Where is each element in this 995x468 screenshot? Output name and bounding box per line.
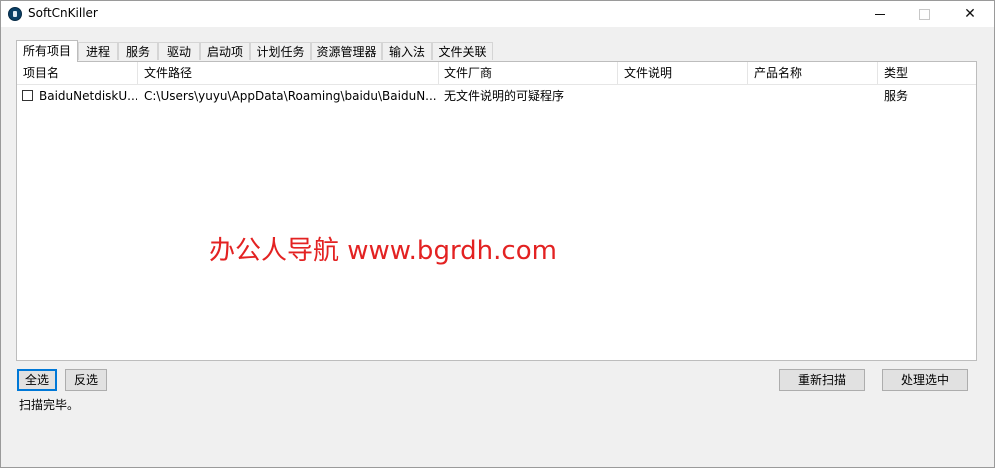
status-text: 扫描完毕。 [19, 398, 80, 412]
select-all-button[interactable]: 全选 [17, 369, 57, 391]
tab-explorer[interactable]: 资源管理器 [311, 42, 382, 60]
app-icon [8, 7, 22, 21]
tab-services[interactable]: 服务 [118, 42, 158, 60]
tab-processes[interactable]: 进程 [78, 42, 118, 60]
invert-selection-button[interactable]: 反选 [65, 369, 107, 391]
cell-vendor: 无文件说明的可疑程序 [444, 89, 565, 103]
table-row[interactable]: BaiduNetdiskU... C:\Users\yuyu\AppData\R… [17, 86, 976, 106]
column-header-name[interactable]: 项目名 [17, 62, 137, 84]
title-bar[interactable]: SoftCnKiller ✕ [1, 1, 994, 27]
maximize-button[interactable] [901, 1, 947, 27]
main-window: SoftCnKiller ✕ 所有项目 进程 服务 驱动 启动项 计划任务 资源… [0, 0, 995, 468]
cell-type: 服务 [884, 89, 909, 103]
tab-drivers[interactable]: 驱动 [158, 42, 200, 60]
tab-input-methods[interactable]: 输入法 [382, 42, 432, 60]
items-list[interactable]: 项目名 文件路径 文件厂商 文件说明 产品名称 类型 BaiduNetdiskU… [16, 61, 977, 361]
column-header-path[interactable]: 文件路径 [138, 62, 438, 84]
column-header-product[interactable]: 产品名称 [748, 62, 878, 84]
tab-scheduled-tasks[interactable]: 计划任务 [250, 42, 311, 60]
cell-product [748, 86, 878, 106]
column-header-type[interactable]: 类型 [878, 62, 976, 84]
list-header: 项目名 文件路径 文件厂商 文件说明 产品名称 类型 [17, 62, 976, 85]
cell-path: C:\Users\yuyu\AppData\Roaming\baidu\Baid… [144, 89, 437, 103]
rescan-button[interactable]: 重新扫描 [779, 369, 865, 391]
process-selected-button[interactable]: 处理选中 [882, 369, 968, 391]
close-button[interactable]: ✕ [947, 1, 993, 27]
tab-all-items[interactable]: 所有项目 [16, 40, 78, 62]
watermark-text: 办公人导航 www.bgrdh.com [209, 236, 557, 266]
column-header-description[interactable]: 文件说明 [618, 62, 748, 84]
cell-name: BaiduNetdiskU... [39, 89, 137, 103]
tab-file-associations[interactable]: 文件关联 [432, 42, 493, 60]
tab-startup[interactable]: 启动项 [200, 42, 250, 60]
row-checkbox[interactable] [22, 90, 33, 101]
minimize-button[interactable] [857, 1, 903, 27]
cell-description [618, 86, 748, 106]
window-title: SoftCnKiller [28, 6, 98, 20]
column-header-vendor[interactable]: 文件厂商 [438, 62, 618, 84]
